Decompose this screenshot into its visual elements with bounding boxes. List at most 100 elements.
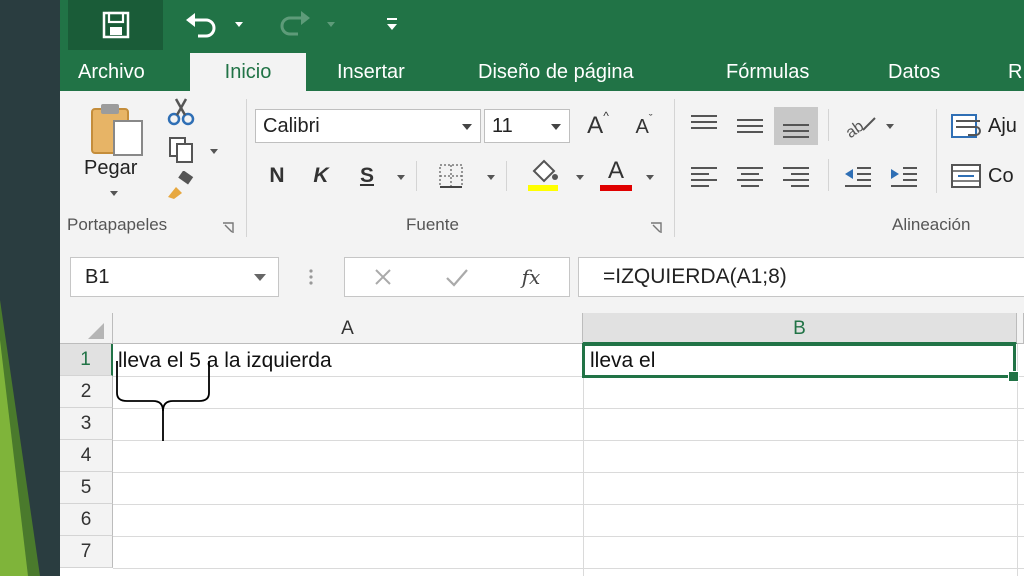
clipboard-icon xyxy=(91,104,143,156)
customize-qat-icon xyxy=(387,18,397,30)
column-header-b[interactable]: B xyxy=(583,313,1017,344)
shrink-font-button[interactable]: A ˇ xyxy=(626,111,662,143)
save-button[interactable] xyxy=(68,0,163,50)
redo-button[interactable] xyxy=(276,8,316,40)
row-header-5[interactable]: 5 xyxy=(60,472,113,504)
group-separator xyxy=(674,99,675,237)
group-label-alignment: Alineación xyxy=(892,215,971,234)
chevron-down-icon xyxy=(646,175,654,180)
undo-button[interactable] xyxy=(184,8,224,40)
ribbon: Pegar Portapapeles Calibri 11 A ^ A ˇ N … xyxy=(60,91,1024,242)
tab-datos[interactable]: Datos xyxy=(888,50,940,91)
orientation-button[interactable]: ab xyxy=(840,107,880,143)
row-header-2[interactable]: 2 xyxy=(60,376,113,408)
row-header-4[interactable]: 4 xyxy=(60,440,113,472)
merge-center-label: Co xyxy=(988,164,1014,187)
paste-label: Pegar xyxy=(84,157,138,179)
orientation-icon: ab xyxy=(843,117,876,140)
copy-button[interactable] xyxy=(164,135,198,165)
chevron-down-icon xyxy=(576,175,584,180)
row-header-6[interactable]: 6 xyxy=(60,504,113,536)
tab-archivo[interactable]: Archivo xyxy=(78,50,145,91)
font-name-value: Calibri xyxy=(263,115,320,137)
select-all-button[interactable] xyxy=(60,313,113,344)
excel-window: Archivo Inicio Insertar Diseño de página… xyxy=(60,0,1024,576)
gridline xyxy=(113,568,1024,569)
font-size-combo[interactable]: 11 xyxy=(484,109,570,143)
column-header-a[interactable]: A xyxy=(113,313,583,344)
align-bottom-button[interactable] xyxy=(774,107,818,145)
scissors-icon xyxy=(167,98,195,126)
row-header-7[interactable]: 7 xyxy=(60,536,113,568)
font-size-value: 11 xyxy=(492,115,513,137)
slide-background xyxy=(0,0,60,576)
format-painter-button[interactable] xyxy=(164,171,198,201)
wrap-text-icon xyxy=(951,114,981,138)
align-top-button[interactable] xyxy=(686,107,722,143)
grow-font-button[interactable]: A ^ xyxy=(578,109,618,143)
italic-button[interactable]: K xyxy=(306,159,336,193)
tab-inicio[interactable]: Inicio xyxy=(190,53,306,91)
align-right-button[interactable] xyxy=(778,157,814,193)
clipboard-launcher[interactable] xyxy=(222,221,234,233)
customize-toolbar-button[interactable] xyxy=(382,12,402,36)
merge-center-button[interactable]: Co xyxy=(950,159,1024,193)
decrease-indent-icon xyxy=(845,167,871,187)
borders-button[interactable] xyxy=(436,161,466,191)
gridline xyxy=(583,344,584,576)
font-name-combo[interactable]: Calibri xyxy=(255,109,481,143)
wrap-text-button[interactable]: Aju xyxy=(950,109,1024,143)
enter-button[interactable] xyxy=(437,262,477,292)
grip-dots-icon xyxy=(309,269,313,285)
brace-annotation xyxy=(116,361,210,441)
select-all-icon xyxy=(88,323,104,339)
bold-button[interactable]: N xyxy=(262,159,292,193)
dialog-launcher-icon xyxy=(223,222,234,233)
insert-function-button[interactable]: fx xyxy=(511,262,551,292)
font-launcher[interactable] xyxy=(650,221,662,233)
decrease-indent-button[interactable] xyxy=(840,157,876,193)
name-box-value: B1 xyxy=(85,266,110,288)
undo-dropdown[interactable] xyxy=(234,14,246,34)
gridline xyxy=(113,472,1024,473)
gridline xyxy=(113,504,1024,505)
cancel-button[interactable] xyxy=(363,262,403,292)
fill-color-button[interactable] xyxy=(526,157,560,193)
fill-handle[interactable] xyxy=(1008,371,1019,382)
row-header-3[interactable]: 3 xyxy=(60,408,113,440)
tab-diseno-de-pagina[interactable]: Diseño de página xyxy=(478,50,634,91)
align-middle-icon xyxy=(737,119,763,133)
align-left-button[interactable] xyxy=(686,157,722,193)
check-icon xyxy=(446,269,468,287)
font-color-button[interactable]: A xyxy=(598,157,634,193)
caret-down-icon: ˇ xyxy=(648,113,653,125)
undo-icon xyxy=(186,13,216,38)
redo-dropdown[interactable] xyxy=(326,14,338,34)
formula-input[interactable]: =IZQUIERDA(A1;8) xyxy=(578,257,1024,297)
gridline xyxy=(113,408,1024,409)
align-center-button[interactable] xyxy=(732,157,768,193)
wrap-text-label: Aju xyxy=(988,114,1017,137)
column-header-c[interactable] xyxy=(1017,313,1024,344)
row-header-1[interactable]: 1 xyxy=(60,344,113,376)
increase-indent-button[interactable] xyxy=(886,157,922,193)
tab-revisar[interactable]: R xyxy=(1008,50,1022,91)
group-label-font: Fuente xyxy=(406,215,459,234)
formula-bar-grip[interactable] xyxy=(308,265,314,289)
tab-insertar[interactable]: Insertar xyxy=(337,50,405,91)
name-box[interactable]: B1 xyxy=(70,257,279,297)
tab-formulas[interactable]: Fórmulas xyxy=(726,50,809,91)
underline-button[interactable]: S xyxy=(352,159,382,193)
divider xyxy=(828,159,829,191)
paint-bucket-icon xyxy=(528,159,558,191)
align-left-icon xyxy=(691,167,717,187)
chevron-down-icon xyxy=(110,191,118,196)
align-middle-button[interactable] xyxy=(732,107,768,143)
paste-button[interactable] xyxy=(86,101,152,157)
cut-button[interactable] xyxy=(164,97,198,127)
formula-bar: B1 fx =IZQUIERDA(A1;8) xyxy=(60,241,1024,313)
chevron-down-icon xyxy=(210,149,218,154)
dialog-launcher-icon xyxy=(651,222,662,233)
align-bottom-icon xyxy=(783,124,809,138)
active-cell-border xyxy=(582,343,1016,378)
